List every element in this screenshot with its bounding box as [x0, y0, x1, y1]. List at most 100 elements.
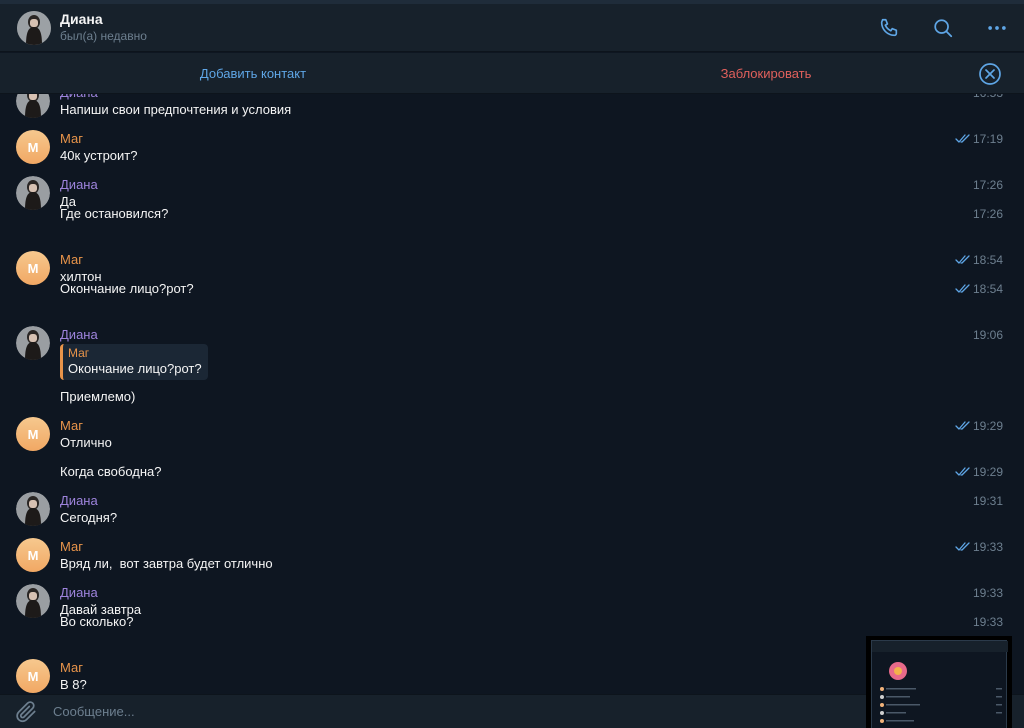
message-row[interactable]: Где остановился? 17:26	[0, 205, 1024, 251]
reply-text: Окончание лицо?рот?	[68, 361, 202, 376]
message-text: В 8?	[60, 677, 87, 692]
message-time: 17:19	[955, 131, 1003, 147]
reply-quote[interactable]: Маг Окончание лицо?рот?	[60, 344, 208, 380]
time-label: 19:29	[972, 465, 1003, 479]
message-history[interactable]: ДианаНапиши свои предпочтения и условия1…	[0, 94, 1024, 694]
phone-icon	[880, 18, 898, 37]
avatar-letter: М	[27, 426, 39, 442]
more-button[interactable]	[970, 4, 1024, 52]
header-actions	[862, 4, 1024, 52]
message-author[interactable]: Маг	[60, 252, 83, 268]
time-label: 19:33	[972, 540, 1003, 554]
message-author[interactable]: Диана	[60, 585, 98, 601]
message-row[interactable]: Когда свободна? 19:29	[0, 463, 1024, 492]
chat-header: Диана был(а) недавно	[0, 4, 1024, 52]
time-label: 19:29	[972, 419, 1003, 433]
message-text: Отлично	[60, 435, 112, 450]
time-label: 16:53	[973, 94, 1003, 101]
user-avatar[interactable]: М	[16, 538, 50, 572]
avatar-letter: М	[27, 547, 39, 563]
read-check-icon	[955, 467, 970, 476]
read-check-icon	[955, 542, 970, 551]
contact-avatar[interactable]	[16, 326, 50, 360]
contact-avatar[interactable]	[17, 10, 51, 45]
message-time: 19:33	[973, 614, 1003, 630]
message-text: Во сколько?	[60, 614, 134, 629]
message-row[interactable]: Диана Маг Окончание лицо?рот? Приемлемо)…	[0, 326, 1024, 417]
time-label: 18:54	[972, 253, 1003, 267]
message-list: ДианаНапиши свои предпочтения и условия1…	[0, 94, 1024, 694]
search-button[interactable]	[916, 4, 970, 52]
message-time: 19:31	[973, 493, 1003, 509]
time-label: 18:54	[972, 282, 1003, 296]
message-time: 19:33	[955, 539, 1003, 555]
user-avatar[interactable]: М	[16, 659, 50, 693]
message-time: 19:33	[973, 585, 1003, 601]
avatar-letter: М	[27, 139, 39, 155]
more-icon	[988, 26, 1006, 30]
message-row[interactable]: Диана Да 17:26	[0, 176, 1024, 210]
time-label: 19:31	[972, 494, 1003, 508]
contact-name: Диана	[60, 11, 103, 27]
message-time: 17:26	[973, 206, 1003, 222]
telegram-chat-window: Диана был(а) недавно Добавить контакт За…	[0, 0, 1024, 728]
message-text: 40к устроит?	[60, 148, 138, 163]
add-contact-button[interactable]: Добавить контакт	[0, 53, 506, 94]
attach-icon[interactable]	[13, 699, 39, 725]
screenshot-thumbnail[interactable]	[866, 636, 1012, 728]
message-time: 17:26	[973, 177, 1003, 193]
message-row[interactable]: М Маг 40к устроит? 17:19	[0, 130, 1024, 176]
chat-title-block[interactable]: Диана был(а) недавно	[60, 11, 147, 44]
time-label: 17:26	[972, 178, 1003, 192]
contact-avatar[interactable]	[16, 492, 50, 526]
time-label: 17:19	[972, 132, 1003, 146]
contact-action-bar: Добавить контакт Заблокировать	[0, 53, 1024, 94]
time-label: 19:06	[972, 328, 1003, 342]
message-row[interactable]: Диана Сегодня? 19:31	[0, 492, 1024, 538]
message-author[interactable]: Маг	[60, 660, 83, 676]
message-author[interactable]: Диана	[60, 177, 98, 193]
avatar-letter: М	[27, 260, 39, 276]
message-text: Окончание лицо?рот?	[60, 281, 194, 296]
time-label: 19:33	[972, 586, 1003, 600]
message-author[interactable]: Диана	[60, 327, 98, 343]
contact-status: был(а) недавно	[60, 29, 147, 43]
search-icon	[934, 19, 953, 38]
read-check-icon	[955, 255, 970, 264]
message-author[interactable]: Маг	[60, 539, 83, 555]
message-author[interactable]: Маг	[60, 418, 83, 434]
message-row[interactable]: Диана Давай завтра 19:33	[0, 584, 1024, 618]
reply-author: Маг	[68, 346, 90, 360]
message-time: 18:54	[955, 281, 1003, 297]
call-button[interactable]	[862, 4, 916, 52]
close-icon[interactable]	[978, 62, 1002, 86]
time-label: 17:26	[972, 207, 1003, 221]
message-input[interactable]	[53, 704, 833, 719]
user-avatar[interactable]: М	[16, 417, 50, 451]
message-row[interactable]: ДианаНапиши свои предпочтения и условия 1…	[0, 94, 1024, 130]
message-text: Сегодня?	[60, 510, 118, 525]
time-label: 19:33	[972, 615, 1003, 629]
message-author[interactable]: Диана	[60, 94, 98, 101]
message-time: 19:29	[955, 464, 1003, 480]
read-check-icon	[955, 284, 970, 293]
message-row[interactable]: Окончание лицо?рот? 18:54	[0, 280, 1024, 326]
message-text: Вряд ли, вот завтра будет отлично	[60, 556, 273, 571]
message-row[interactable]: М Маг хилтон 18:54	[0, 251, 1024, 285]
contact-avatar[interactable]	[16, 94, 50, 118]
read-check-icon	[955, 421, 970, 430]
message-row[interactable]: М Маг Отлично 19:29	[0, 417, 1024, 463]
message-text: Где остановился?	[60, 206, 169, 221]
avatar-letter: М	[27, 668, 39, 684]
message-author[interactable]: Маг	[60, 131, 83, 147]
message-row[interactable]: М Маг Вряд ли, вот завтра будет отлично 19:…	[0, 538, 1024, 584]
thumbnail-preview	[871, 640, 1008, 728]
message-time: 18:54	[955, 252, 1003, 268]
message-time: 19:06	[973, 327, 1003, 343]
message-text: Напиши свои предпочтения и условия	[60, 102, 292, 117]
user-avatar[interactable]: М	[16, 130, 50, 164]
message-time: 19:29	[955, 418, 1003, 434]
block-user-button[interactable]: Заблокировать	[506, 53, 1024, 94]
message-author[interactable]: Диана	[60, 493, 98, 509]
message-time: 16:53	[973, 94, 1003, 101]
